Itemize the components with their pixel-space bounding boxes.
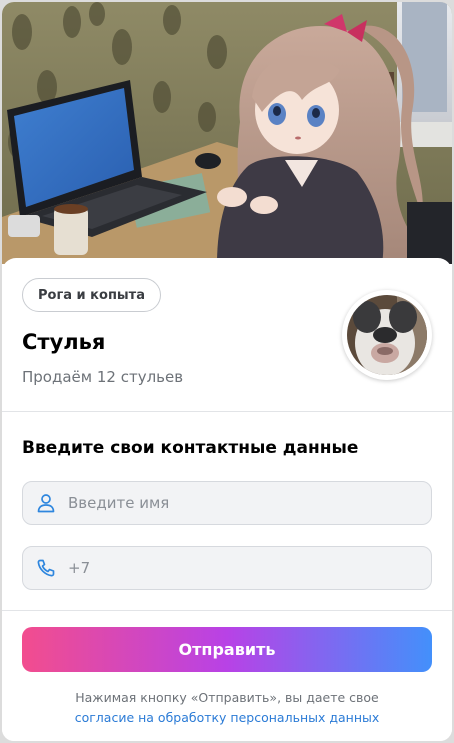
form-sheet: Рога и копыта Стулья Продаём 12 стульев bbox=[2, 258, 452, 741]
phone-icon bbox=[36, 558, 56, 578]
user-icon bbox=[36, 493, 56, 513]
name-input[interactable] bbox=[68, 494, 431, 512]
phone-input[interactable] bbox=[68, 559, 431, 577]
name-field[interactable] bbox=[22, 481, 432, 525]
community-chip[interactable]: Рога и копыта bbox=[22, 278, 161, 312]
submit-button[interactable]: Отправить bbox=[22, 627, 432, 672]
divider bbox=[2, 411, 452, 412]
form-heading: Введите свои контактные данные bbox=[22, 438, 359, 458]
page-subtitle: Продаём 12 стульев bbox=[22, 368, 184, 386]
cover-image bbox=[2, 2, 452, 264]
phone-field[interactable] bbox=[22, 546, 432, 590]
consent-text: Нажимая кнопку «Отправить», вы даете сво… bbox=[2, 688, 452, 728]
dog-avatar-image bbox=[347, 295, 427, 375]
consent-link[interactable]: согласие на обработку персональных данны… bbox=[2, 708, 452, 728]
avatar bbox=[342, 290, 432, 380]
consent-label: Нажимая кнопку «Отправить», вы даете сво… bbox=[75, 690, 379, 705]
divider bbox=[2, 610, 452, 611]
lead-form-card: Рога и копыта Стулья Продаём 12 стульев bbox=[2, 2, 452, 741]
page-title: Стулья bbox=[22, 330, 106, 354]
